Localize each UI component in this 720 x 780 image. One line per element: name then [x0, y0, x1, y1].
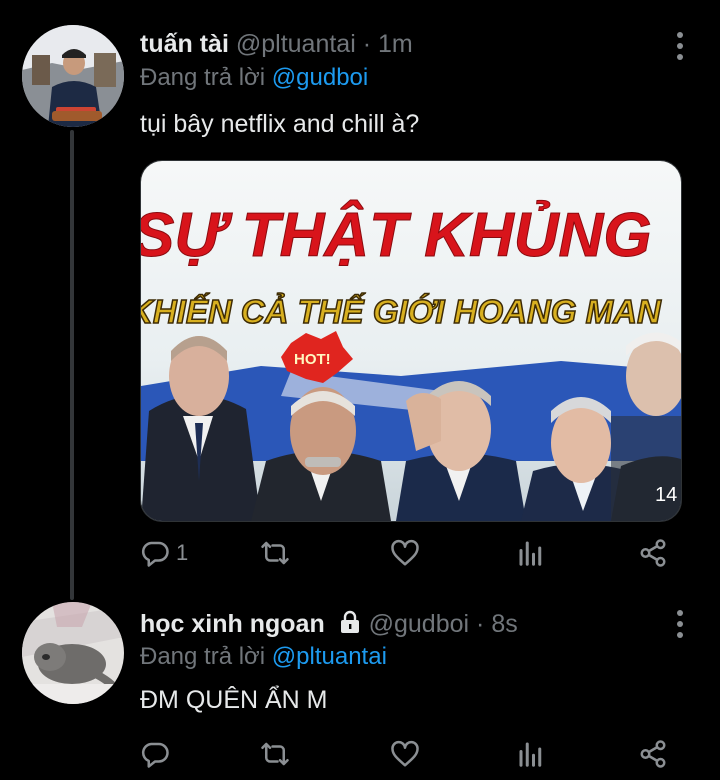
handle[interactable]: @gudboi — [369, 610, 469, 638]
display-name[interactable]: học xinh ngoan — [140, 610, 325, 638]
share-icon — [640, 539, 666, 567]
retweet-button[interactable] — [260, 734, 290, 774]
timestamp[interactable]: 8s — [491, 610, 517, 638]
share-button[interactable] — [638, 533, 668, 573]
news-thumbnail: SỰ THẬT KHỦNG KHIẾN CẢ THẾ GIỚI HOANG MA… — [141, 161, 681, 521]
tweet-1-header: tuấn tài @pltuantai · 1m — [140, 30, 413, 59]
image-corner-number: 14 — [655, 484, 677, 506]
replying-prefix: Đang trả lời — [140, 643, 266, 670]
tweet-text: ĐM QUÊN ẨN M — [140, 686, 328, 714]
share-button[interactable] — [638, 734, 668, 774]
replying-to-line: Đang trả lời @gudboi — [140, 64, 368, 92]
retweet-icon — [261, 742, 289, 766]
lock-icon — [340, 610, 359, 633]
views-button[interactable] — [516, 734, 546, 774]
handle[interactable]: @pltuantai — [236, 30, 356, 58]
avatar-photo — [22, 25, 124, 127]
like-icon — [391, 740, 419, 767]
avatar-tuantai[interactable] — [22, 25, 124, 127]
views-icon — [519, 541, 542, 566]
image-headline: SỰ THẬT KHỦNG — [141, 201, 652, 270]
like-button[interactable] — [390, 734, 420, 774]
like-icon — [391, 539, 419, 566]
tweet-2-actions — [140, 734, 680, 774]
replying-to-link[interactable]: @pltuantai — [272, 643, 387, 670]
tweet-1-actions: 1 — [140, 533, 680, 573]
views-icon — [519, 742, 542, 767]
separator: · — [362, 30, 372, 58]
tweet-2[interactable]: học xinh ngoan @gudboi · 8s Đang trả lời… — [0, 590, 720, 780]
retweet-icon — [261, 541, 289, 565]
views-button[interactable] — [516, 533, 546, 573]
tweet-text: tụi bây netflix and chill à? — [140, 110, 420, 138]
image-subheadline: KHIẾN CẢ THẾ GIỚI HOANG MAN — [141, 293, 662, 330]
separator: · — [476, 610, 485, 638]
more-icon[interactable] — [676, 32, 684, 60]
avatar-gudboi[interactable] — [22, 602, 124, 704]
svg-text:HOT!: HOT! — [294, 351, 331, 368]
reply-icon — [141, 742, 169, 768]
reply-button[interactable] — [140, 734, 176, 774]
replying-to-link[interactable]: @gudboi — [272, 64, 368, 91]
tweet-1[interactable]: tuấn tài @pltuantai · 1m Đang trả lời @g… — [0, 0, 720, 590]
like-button[interactable] — [390, 533, 420, 573]
reply-button[interactable]: 1 — [140, 533, 188, 573]
reply-count: 1 — [176, 540, 189, 565]
tweet-image[interactable]: SỰ THẬT KHỦNG KHIẾN CẢ THẾ GIỚI HOANG MA… — [140, 160, 682, 522]
display-name[interactable]: tuấn tài — [140, 30, 229, 58]
share-icon — [640, 740, 666, 768]
avatar-photo — [22, 602, 124, 704]
more-icon[interactable] — [676, 610, 684, 638]
replying-prefix: Đang trả lời — [140, 64, 266, 91]
timestamp[interactable]: 1m — [378, 30, 413, 58]
replying-to-line: Đang trả lời @pltuantai — [140, 643, 387, 671]
retweet-button[interactable] — [260, 533, 290, 573]
reply-icon — [141, 541, 169, 567]
tweet-2-header: học xinh ngoan @gudboi · 8s — [140, 610, 518, 639]
